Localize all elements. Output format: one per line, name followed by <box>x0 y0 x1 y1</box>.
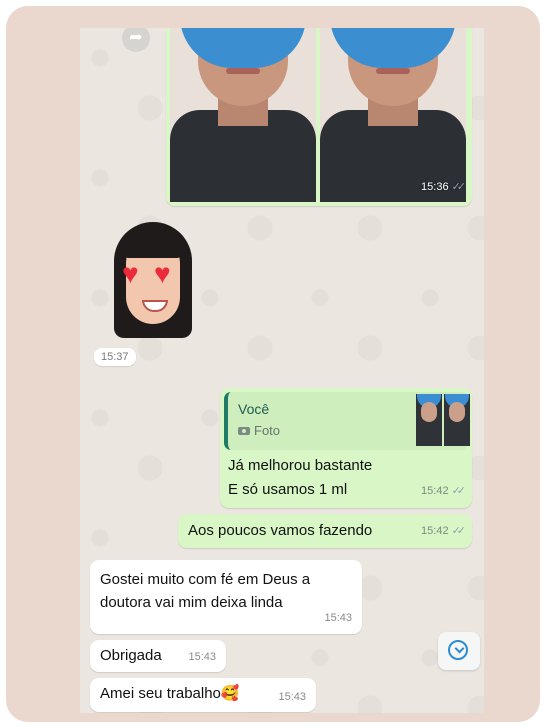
message-text: Amei seu trabalho🥰 <box>100 685 240 702</box>
heart-icon: ♥ <box>122 258 139 289</box>
quoted-message[interactable]: Você Foto <box>224 392 470 450</box>
message-text: Obrigada <box>100 647 162 664</box>
message-time: 15:43 <box>188 651 216 663</box>
double-check-icon: ✓✓ <box>451 525 467 537</box>
message-time: 15:43 <box>278 691 306 703</box>
forward-icon[interactable]: ➦ <box>122 28 150 52</box>
chat-area[interactable]: ➦ 15:36 ✓✓ ♥ ♥ 15:37 Você Foto Já melhor… <box>80 28 484 713</box>
message-text: Já melhorou bastante E só usamos 1 ml <box>228 457 373 498</box>
message-time: 15:36 ✓✓ <box>421 176 467 198</box>
camera-icon <box>238 427 250 435</box>
chevron-down-circle-icon <box>448 640 468 660</box>
double-check-icon: ✓✓ <box>451 181 467 193</box>
outgoing-message[interactable]: Aos poucos vamos fazendo 15:42 ✓✓ <box>178 514 472 548</box>
message-text: Gostei muito com fé em Deus a doutora va… <box>100 571 311 611</box>
photo-message[interactable]: 15:36 ✓✓ <box>166 28 472 206</box>
message-time: 15:42 ✓✓ <box>421 480 467 502</box>
incoming-message[interactable]: Gostei muito com fé em Deus a doutora va… <box>90 560 362 634</box>
heart-eyes-sticker[interactable]: ♥ ♥ <box>110 222 196 340</box>
message-text: Aos poucos vamos fazendo <box>188 522 373 539</box>
reply-message[interactable]: Você Foto Já melhorou bastante E só usam… <box>220 388 472 508</box>
scroll-down-button[interactable] <box>438 632 480 670</box>
incoming-message[interactable]: Obrigada 15:43 <box>90 640 226 672</box>
incoming-message[interactable]: Amei seu trabalho🥰 15:43 <box>90 678 316 712</box>
quoted-photo-1 <box>416 394 442 446</box>
quoted-author: Você <box>238 401 270 417</box>
quoted-photo-2 <box>444 394 470 446</box>
quoted-type: Foto <box>238 420 280 442</box>
screenshot-frame: ➦ 15:36 ✓✓ ♥ ♥ 15:37 Você Foto Já melhor… <box>6 6 540 722</box>
message-time: 15:42 ✓✓ <box>421 520 467 542</box>
photo-thumbnail-1[interactable] <box>170 28 316 202</box>
message-time: 15:43 <box>324 612 352 624</box>
message-time: 15:37 <box>94 348 136 366</box>
double-check-icon: ✓✓ <box>451 485 467 497</box>
heart-icon: ♥ <box>154 258 171 289</box>
